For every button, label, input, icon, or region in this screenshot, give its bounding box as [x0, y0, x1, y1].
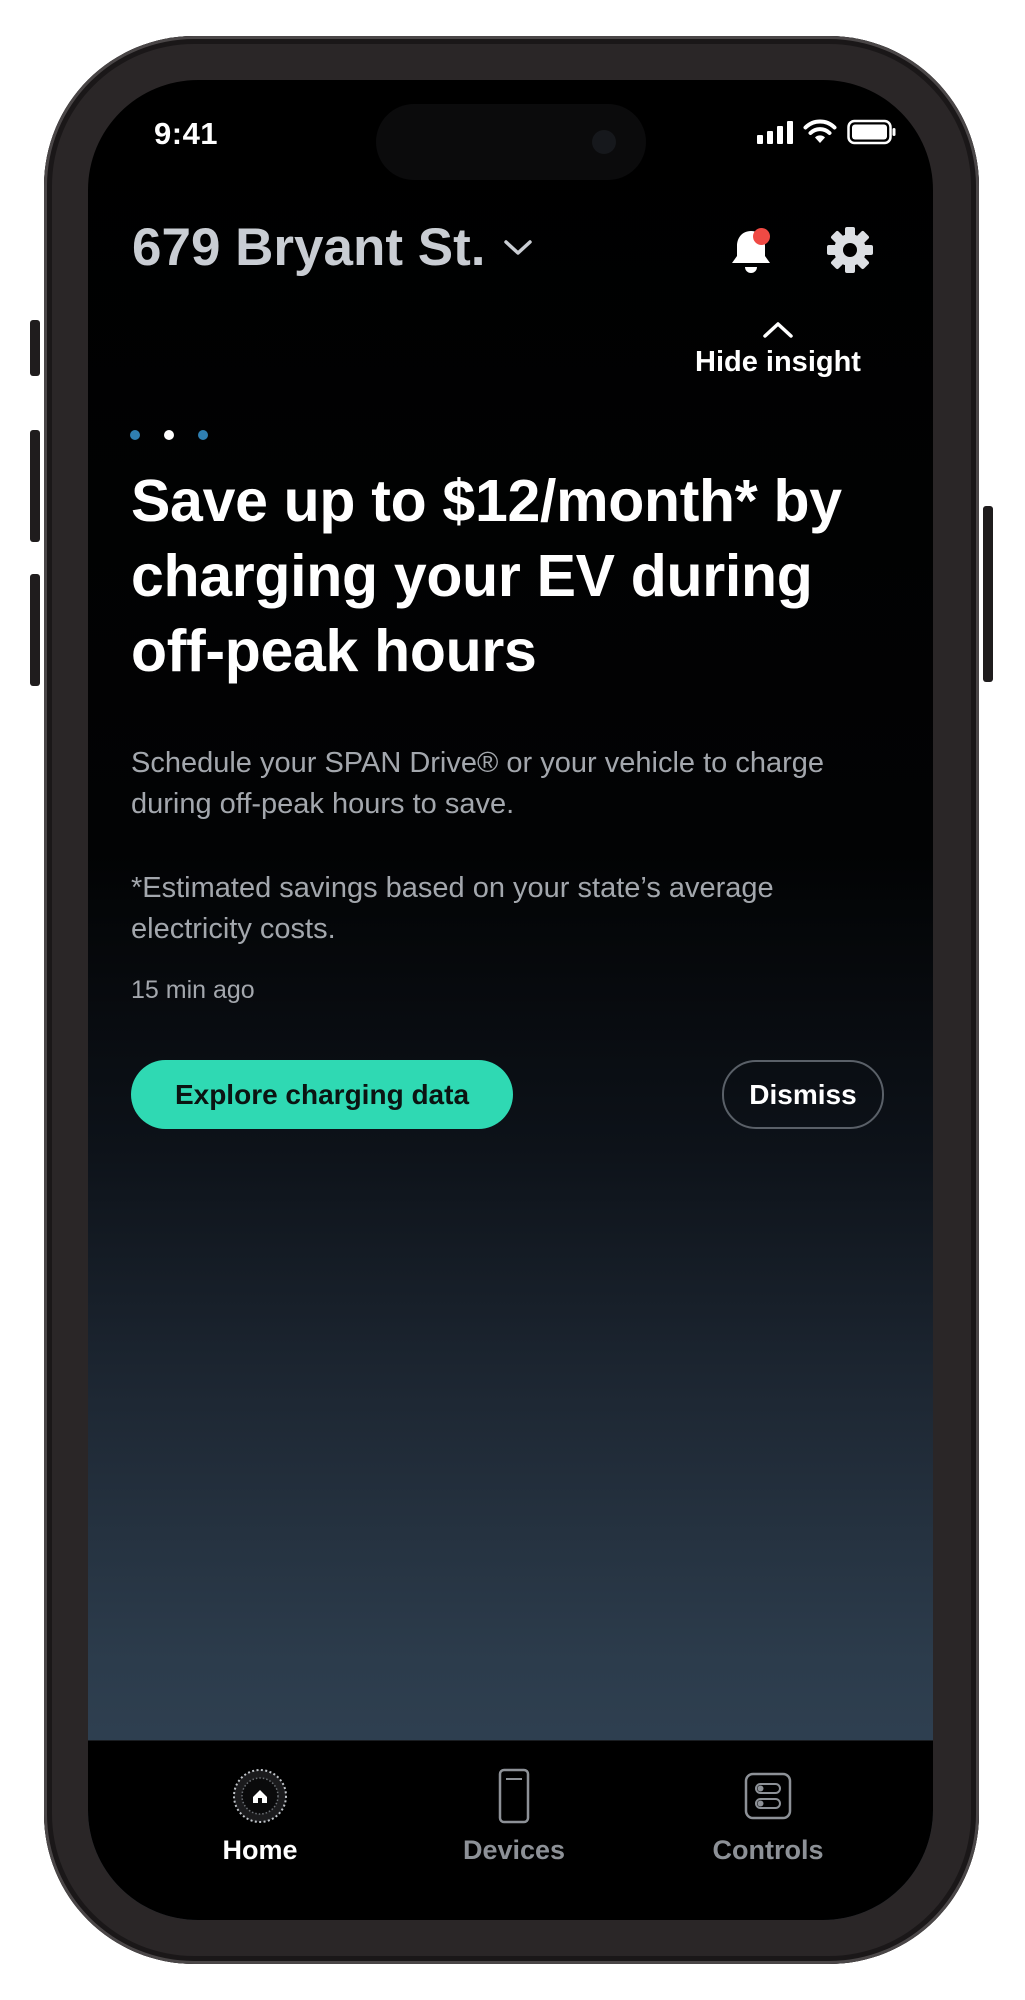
explore-charging-data-button[interactable]: Explore charging data: [131, 1060, 513, 1129]
tab-controls-label: Controls: [712, 1835, 824, 1865]
notification-badge: [753, 228, 770, 245]
dynamic-island: [376, 104, 646, 180]
wifi-icon: [803, 119, 837, 143]
carousel-dot[interactable]: [198, 430, 208, 440]
insight-description: Schedule your SPAN Drive® or your vehicl…: [131, 747, 824, 820]
tab-home[interactable]: Home: [160, 1767, 360, 1866]
tab-devices-label: Devices: [462, 1835, 566, 1865]
volume-up-button: [30, 430, 40, 542]
insight-timestamp: 15 min ago: [131, 976, 255, 1004]
chevron-down-icon: [504, 239, 533, 255]
carousel-indicator[interactable]: [130, 430, 208, 440]
chevron-up-icon: [763, 322, 793, 338]
address-label: 679 Bryant St.: [132, 218, 486, 277]
carousel-dot[interactable]: [130, 430, 140, 440]
toggle-controls-icon: [744, 1772, 792, 1820]
insight-headline: Save up to $12/month* by charging your E…: [131, 468, 842, 684]
action-button: [30, 320, 40, 376]
dismiss-button[interactable]: Dismiss: [722, 1060, 884, 1129]
power-button: [983, 506, 993, 682]
hide-insight-button[interactable]: Hide insight: [653, 320, 903, 379]
status-icons: [757, 118, 897, 146]
status-time: 9:41: [154, 116, 219, 151]
cellular-signal-icon: [757, 120, 793, 144]
app-screen: 9:41 679 Bryant St. Hide insight Save up…: [88, 80, 933, 1920]
carousel-dot-active[interactable]: [164, 430, 174, 440]
tab-bar: Home Devices Controls: [88, 1740, 933, 1920]
panel-device-icon: [498, 1768, 530, 1824]
volume-down-button: [30, 574, 40, 686]
address-selector[interactable]: 679 Bryant St.: [132, 217, 533, 278]
home-icon: [233, 1769, 287, 1823]
tab-home-label: Home: [222, 1835, 298, 1865]
hide-insight-label: Hide insight: [695, 346, 861, 378]
insight-footnote: *Estimated savings based on your state’s…: [131, 872, 774, 945]
tab-controls[interactable]: Controls: [668, 1767, 868, 1866]
gear-icon[interactable]: [826, 226, 874, 274]
tab-devices[interactable]: Devices: [414, 1767, 614, 1866]
camera-icon: [592, 130, 616, 154]
battery-icon: [847, 119, 896, 145]
